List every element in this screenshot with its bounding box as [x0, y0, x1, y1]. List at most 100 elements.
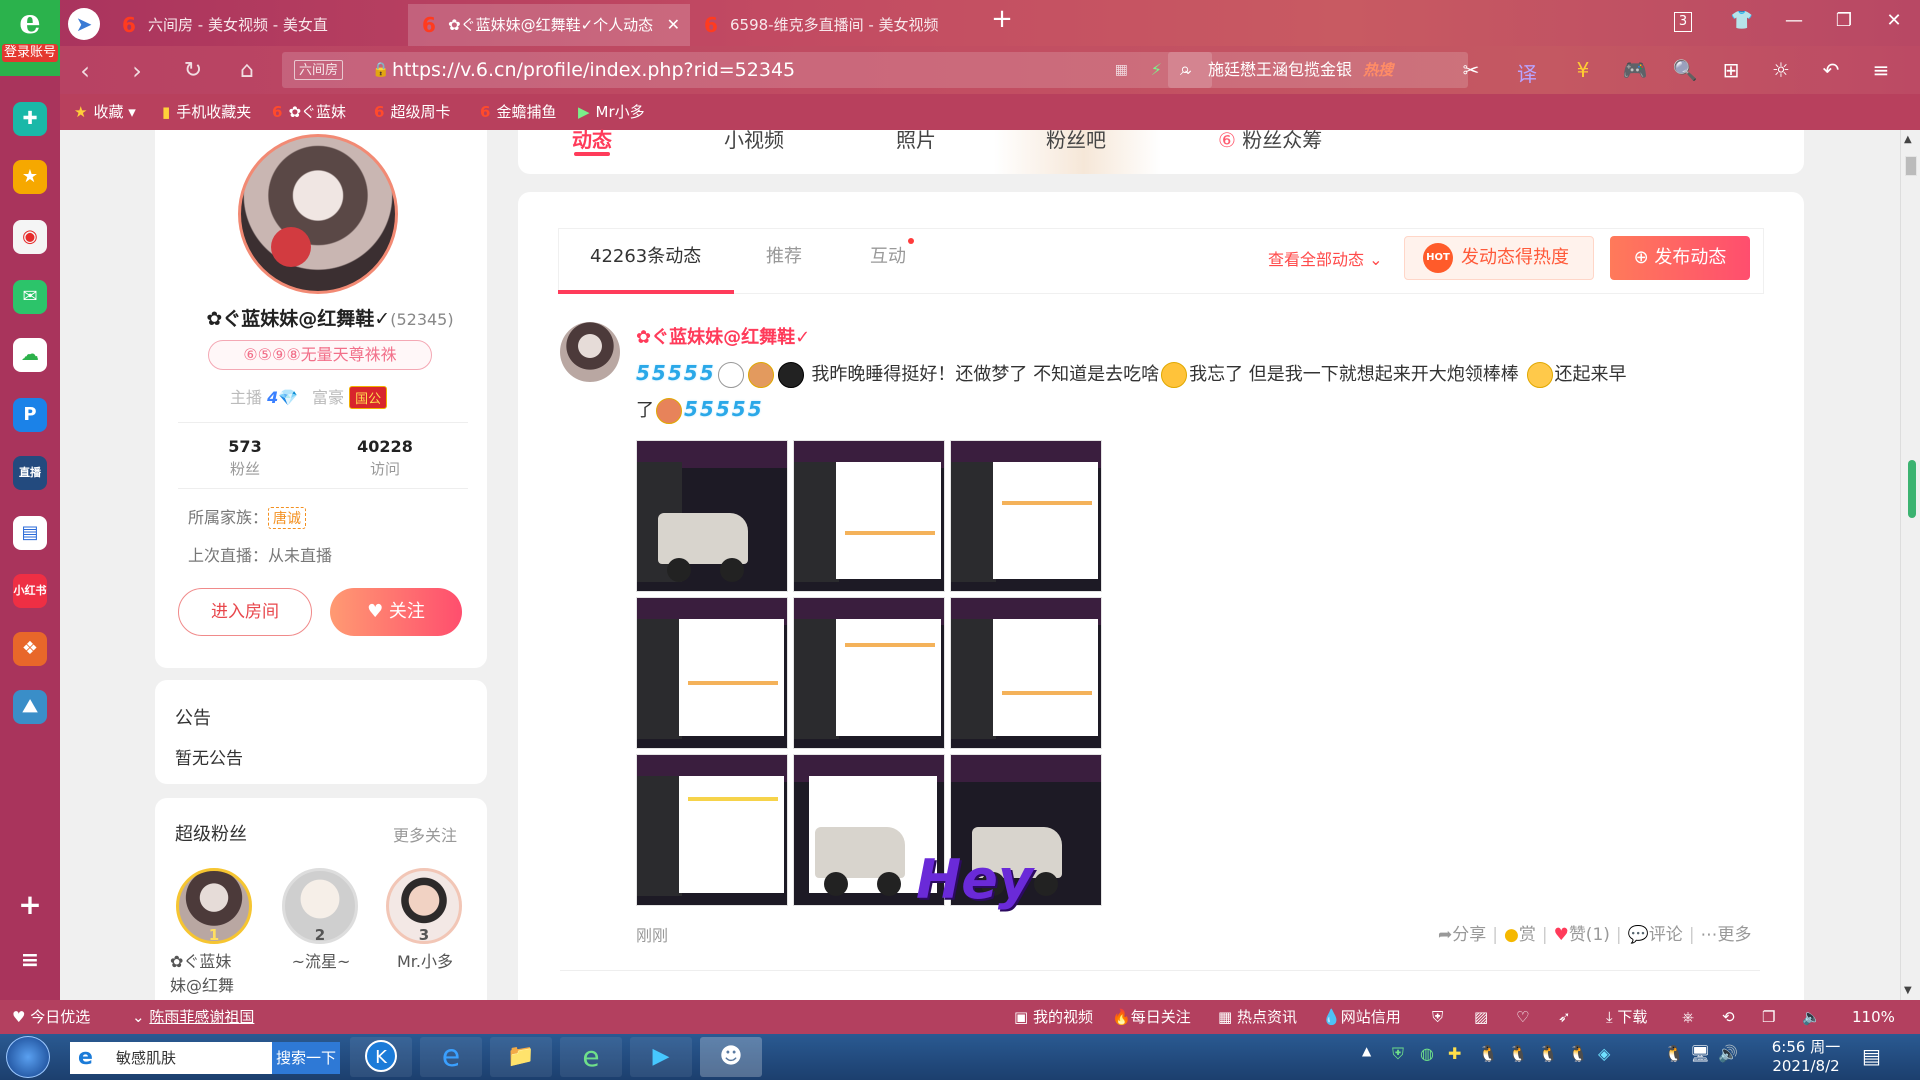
bookmark-favorites[interactable]: ★ 收藏 ▾ [74, 94, 136, 130]
360-tray-icon[interactable]: ◍ [1420, 1044, 1434, 1063]
publish-button[interactable]: ⊕ 发布动态 [1610, 236, 1750, 280]
browser-logo[interactable]: e 登录账号 [0, 0, 60, 76]
qr-icon[interactable]: ▦ [1115, 52, 1128, 88]
post-image-7[interactable] [636, 754, 788, 906]
download[interactable]: ⤓ 下载 [1606, 1000, 1647, 1034]
bookmark-profile[interactable]: 6 ✿ぐ蓝妹 [272, 94, 346, 130]
health-icon[interactable]: ♡ [1516, 1000, 1529, 1034]
landscape-icon[interactable]: ⛰ [13, 690, 47, 724]
close-tab-icon[interactable]: ✕ [667, 4, 680, 46]
side-drag-handle[interactable] [1908, 460, 1916, 518]
restore-icon[interactable]: ❐ [1826, 10, 1862, 31]
tab-short-videos[interactable]: 小视频 [724, 124, 784, 153]
like-action[interactable]: ♥赞(1) [1554, 925, 1610, 945]
speaker-icon[interactable]: 🔈 [1802, 1000, 1821, 1034]
navigation-plane-icon[interactable]: ➤ [68, 8, 100, 40]
action-center-icon[interactable]: ▤ [1862, 1044, 1881, 1068]
hot-news[interactable]: ▦ 热点资讯 [1218, 1000, 1297, 1034]
tab-fan-funding[interactable]: ⑥ 粉丝众筹 [1218, 124, 1322, 153]
player-icon[interactable]: ▶ [630, 1037, 692, 1077]
taskbar-search-button[interactable]: 搜索一下 [272, 1042, 340, 1074]
tab-fan-forum[interactable]: 粉丝吧 [1046, 124, 1106, 153]
cloud-icon[interactable]: ☁ [13, 338, 47, 372]
tray-expand-icon[interactable]: ▲ [1362, 1044, 1371, 1058]
daily-follow[interactable]: 🔥每日关注 [1112, 1000, 1191, 1034]
reward-action[interactable]: ●赏 [1504, 925, 1536, 945]
rocket-icon[interactable]: ➶ [1558, 1000, 1571, 1034]
enter-room-button[interactable]: 进入房间 [178, 588, 312, 636]
qq-tray-icon[interactable]: 🐧 [1508, 1044, 1528, 1063]
hot-boost-button[interactable]: HOT 发动态得热度 [1404, 236, 1594, 280]
post-author[interactable]: ✿ぐ蓝妹妹@红舞鞋✓ [636, 323, 810, 349]
grid-apps-icon[interactable]: ⊞ [1716, 58, 1746, 82]
undo-icon[interactable]: ↶ [1816, 58, 1846, 82]
fan-name-2[interactable]: ~流星~ [266, 950, 376, 974]
tab-liujianfang[interactable]: 6 六间房 - 美女视频 - 美女直播 [108, 4, 328, 46]
tab-photos[interactable]: 照片 [896, 124, 936, 153]
bookmark-mobile[interactable]: ▮ 手机收藏夹 [162, 94, 251, 130]
today-picks[interactable]: ♥ 今日优选 [12, 1000, 90, 1034]
qq-tray-icon[interactable]: 🐧 [1478, 1044, 1498, 1063]
family-tag[interactable]: 唐诚 [268, 507, 307, 529]
search-input[interactable]: ⌕ 施廷懋王涵包揽金银 热搜 [1168, 52, 1468, 88]
tab-room-6598[interactable]: 6 6598-维克多直播间 - 美女视频 [690, 4, 940, 46]
qq-tray-icon[interactable]: 🐧 [1538, 1044, 1558, 1063]
translate-icon[interactable]: 译 [1512, 58, 1542, 87]
mail-icon[interactable]: ✉ [13, 280, 47, 314]
scissors-icon[interactable]: ✂ [1456, 58, 1486, 82]
shield-icon[interactable]: ⛨ [1432, 1000, 1443, 1034]
add-green-icon[interactable]: ✚ [13, 102, 47, 136]
post-avatar[interactable] [560, 322, 620, 382]
plus-icon[interactable]: + [13, 888, 47, 922]
scroll-up-icon[interactable]: ▲ [1904, 134, 1912, 145]
tab-profile[interactable]: 6 ✿ぐ蓝妹妹@红舞鞋✓个人动态 ✕ [408, 4, 690, 46]
forward-icon[interactable]: › [122, 56, 152, 86]
post-image-5[interactable] [793, 597, 945, 749]
window-icon[interactable]: ❐ [1762, 1000, 1775, 1034]
scroll-thumb[interactable] [1905, 156, 1917, 176]
scroll-down-icon[interactable]: ▼ [1904, 985, 1912, 996]
doc-icon[interactable]: ▤ [13, 516, 47, 550]
puzzle-icon[interactable]: ❖ [13, 632, 47, 666]
post-image-3[interactable] [950, 440, 1102, 592]
new-tab-icon[interactable]: + [984, 4, 1020, 34]
bookmark-fishing[interactable]: 6 金蟾捕鱼 [480, 94, 556, 130]
tab-dynamics[interactable]: 动态 [572, 124, 612, 153]
home-icon[interactable]: ⌂ [232, 56, 262, 86]
tab-interact[interactable]: 互动 [870, 238, 914, 268]
close-window-icon[interactable]: ✕ [1876, 10, 1912, 31]
post-image-6[interactable] [950, 597, 1102, 749]
taskbar-search[interactable]: e 敏感肌肤 搜索一下 [70, 1042, 340, 1074]
post-image-2[interactable] [793, 440, 945, 592]
more-action[interactable]: ⋯更多 [1701, 925, 1752, 945]
refresh-icon[interactable]: ↻ [178, 56, 208, 86]
folder-icon[interactable]: 📁 [490, 1037, 552, 1077]
volume-tray-icon[interactable]: 🔊 [1718, 1044, 1738, 1063]
p-app-icon[interactable]: P [13, 398, 47, 432]
bookmark-weekcard[interactable]: 6 超级周卡 [374, 94, 450, 130]
security-tray-icon[interactable]: ⛨ [1392, 1044, 1404, 1064]
weibo-icon[interactable]: ◉ [13, 220, 47, 254]
star-icon[interactable]: ★ [13, 160, 47, 194]
steering-icon[interactable]: ⎈ [1682, 1000, 1694, 1034]
game-icon[interactable]: 直播 [13, 456, 47, 490]
view-all-dynamics[interactable]: 查看全部动态 ⌄ [1268, 246, 1383, 270]
qq-tray-icon[interactable]: 🐧 [1664, 1044, 1684, 1063]
more-follows-link[interactable]: 更多关注 [393, 822, 457, 846]
magnifier-icon[interactable]: 🔍 [1670, 58, 1700, 82]
site-credit[interactable]: 💧网站信用 [1322, 1000, 1401, 1034]
coin-icon[interactable]: ¥ [1568, 58, 1598, 82]
xiaohongshu-icon[interactable]: 小红书 [13, 574, 47, 608]
monitor-tray-icon[interactable]: 🖥 [1690, 1044, 1710, 1063]
post-image-1[interactable] [636, 440, 788, 592]
fan-name-3[interactable]: Mr.小多 [370, 950, 480, 974]
post-image-4[interactable] [636, 597, 788, 749]
kugou-icon[interactable]: K [350, 1037, 412, 1077]
news-ticker[interactable]: ⌄ 陈雨菲感谢祖国 [132, 1000, 254, 1034]
image-icon[interactable]: ▨ [1474, 1000, 1488, 1034]
network-tray-icon[interactable]: ◈ [1598, 1044, 1610, 1063]
start-button[interactable] [6, 1036, 50, 1078]
tab-recommend[interactable]: 推荐 [766, 242, 802, 268]
taskbar-clock[interactable]: 6:56 周一 2021/8/2 [1756, 1038, 1856, 1076]
qq-tray-icon[interactable]: 🐧 [1568, 1044, 1588, 1063]
